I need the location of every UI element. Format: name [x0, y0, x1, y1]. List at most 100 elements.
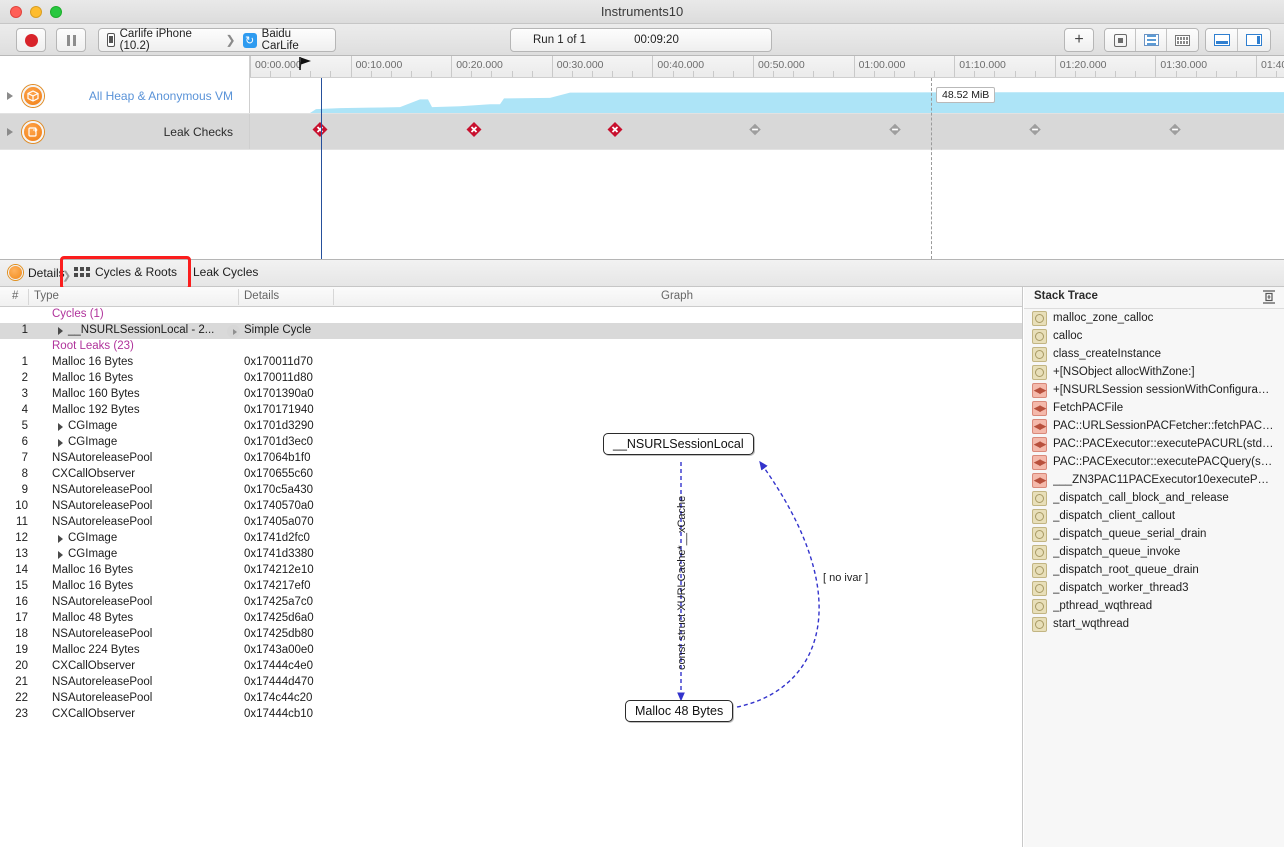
ruler-minor-tick: [1075, 71, 1076, 77]
column-header-type[interactable]: Type: [34, 290, 59, 302]
track-row-leak-checks[interactable]: Leak Checks: [0, 114, 1284, 150]
table-row[interactable]: 1__NSURLSessionLocal - 2...Simple Cycle: [0, 323, 1022, 339]
ruler-minor-tick: [773, 71, 774, 77]
grid-view-button[interactable]: [1167, 29, 1198, 51]
add-instrument-button[interactable]: +: [1064, 28, 1094, 52]
ruler-tick-label: 00:40.000: [657, 59, 704, 71]
timeline-ruler[interactable]: 00:00.00000:10.00000:20.00000:30.00000:4…: [250, 56, 1284, 78]
track-label-leak-checks: Leak Checks: [44, 125, 249, 139]
track-header-heap[interactable]: All Heap & Anonymous VM: [0, 78, 250, 113]
jumpbar-leak-cycles[interactable]: Leak Cycles: [193, 265, 258, 279]
toolbar: Carlife iPhone (10.2) ❯ ↻ Baidu CarLife …: [0, 24, 1284, 56]
ruler-major-tick: 01:40.000: [1256, 56, 1257, 78]
system-code-icon: [1032, 545, 1047, 560]
stack-frame-row[interactable]: malloc_zone_calloc: [1024, 309, 1284, 327]
stack-frame-row[interactable]: class_createInstance: [1024, 345, 1284, 363]
stack-frame-row[interactable]: _pthread_wqthread: [1024, 597, 1284, 615]
ruler-major-tick: 01:00.000: [854, 56, 855, 78]
stack-trace-options-icon[interactable]: [1262, 290, 1276, 304]
stack-frame-row[interactable]: _dispatch_worker_thread3: [1024, 579, 1284, 597]
leak-check-marker-leak[interactable]: [608, 122, 623, 142]
disclosure-triangle-icon[interactable]: [7, 128, 13, 136]
track-graph-heap[interactable]: [250, 78, 1284, 113]
stack-frame-row[interactable]: ◀▶PAC::PACExecutor::executePACURL(std…: [1024, 435, 1284, 453]
table-group-title: Root Leaks (23): [52, 340, 134, 352]
track-header-leak-checks[interactable]: Leak Checks: [0, 114, 250, 149]
timeline-tracks: All Heap & Anonymous VM Leak Checks: [0, 78, 1284, 259]
chip-icon: [1114, 34, 1127, 47]
user-code-icon: ◀▶: [1032, 455, 1047, 470]
ruler-minor-tick: [1115, 71, 1116, 77]
leak-check-marker-leak[interactable]: [313, 122, 328, 142]
table-row[interactable]: 1Malloc 16 Bytes0x170011d70: [0, 355, 1022, 371]
leak-check-marker-clean[interactable]: [748, 122, 763, 142]
target-selector[interactable]: Carlife iPhone (10.2) ❯ ↻ Baidu CarLife: [98, 28, 336, 52]
leak-check-marker-clean[interactable]: [1168, 122, 1183, 142]
pause-button[interactable]: [56, 28, 86, 52]
stack-frame-label: PAC::PACExecutor::executePACURL(std…: [1053, 438, 1274, 450]
ruler-minor-tick: [632, 71, 633, 77]
row-details: 0x170011d80: [244, 372, 313, 384]
ruler-minor-tick: [1135, 71, 1136, 77]
record-button[interactable]: [16, 28, 46, 52]
stack-frame-row[interactable]: ◀▶PAC::URLSessionPACFetcher::fetchPAC…: [1024, 417, 1284, 435]
system-code-icon: [1032, 527, 1047, 542]
grid-view-icon: [1175, 35, 1190, 46]
ruler-minor-tick: [874, 71, 875, 77]
toggle-bottom-panel-button[interactable]: [1206, 29, 1238, 51]
stack-frame-row[interactable]: _dispatch_client_callout: [1024, 507, 1284, 525]
disclosure-triangle-icon[interactable]: [7, 92, 13, 100]
ruler-minor-tick: [330, 71, 331, 77]
system-code-icon: [1032, 347, 1047, 362]
graph-node-top[interactable]: __NSURLSessionLocal: [603, 433, 754, 455]
stack-frame-row[interactable]: +[NSObject allocWithZone:]: [1024, 363, 1284, 381]
stack-frame-row[interactable]: calloc: [1024, 327, 1284, 345]
heap-area-chart: [250, 78, 1284, 113]
cycle-graph-canvas[interactable]: __NSURLSessionLocal Malloc 48 Bytes cons…: [0, 400, 1023, 760]
stack-frame-row[interactable]: _dispatch_queue_invoke: [1024, 543, 1284, 561]
stack-frame-row[interactable]: ◀▶FetchPACFile: [1024, 399, 1284, 417]
row-disclosure-triangle-icon[interactable]: [58, 327, 63, 335]
ruler-minor-tick: [1236, 71, 1237, 77]
ruler-minor-tick: [411, 71, 412, 77]
ruler-minor-tick: [713, 71, 714, 77]
toggle-right-panel-button[interactable]: [1238, 29, 1270, 51]
stack-frame-label: _dispatch_worker_thread3: [1053, 582, 1189, 594]
stack-frame-row[interactable]: _dispatch_call_block_and_release: [1024, 489, 1284, 507]
leak-check-marker-leak[interactable]: [467, 122, 482, 142]
run-status-display[interactable]: Run 1 of 1 00:09:20: [510, 28, 772, 52]
ruler-minor-tick: [833, 71, 834, 77]
column-header-details[interactable]: Details: [244, 290, 279, 302]
stack-frame-row[interactable]: start_wqthread: [1024, 615, 1284, 633]
stack-frame-row[interactable]: ◀▶+[NSURLSession sessionWithConfigura…: [1024, 381, 1284, 399]
jumpbar-details[interactable]: Details: [8, 265, 65, 280]
list-view-button[interactable]: [1136, 29, 1167, 51]
right-panel-icon: [1246, 34, 1262, 46]
instruments-library-button[interactable]: [1105, 29, 1136, 51]
row-details: 0x1701390a0: [244, 388, 314, 400]
track-row-heap[interactable]: All Heap & Anonymous VM: [0, 78, 1284, 114]
stack-trace-list[interactable]: malloc_zone_calloccallocclass_createInst…: [1024, 309, 1284, 633]
leak-check-marker-clean[interactable]: [1028, 122, 1043, 142]
stack-frame-row[interactable]: ◀▶PAC::PACExecutor::executePACQuery(s…: [1024, 453, 1284, 471]
ruler-minor-tick: [994, 71, 995, 77]
detail-jump-bar: Details ❯ Cycles & Roots Leak Cycles Ins…: [0, 259, 1284, 287]
playhead-flag-icon[interactable]: [299, 57, 313, 70]
column-header-graph[interactable]: Graph: [661, 290, 693, 302]
ruler-tick-label: 00:00.000: [255, 59, 302, 71]
jumpbar-cycles-roots[interactable]: Cycles & Roots: [74, 265, 177, 279]
stack-frame-label: start_wqthread: [1053, 618, 1129, 630]
ruler-minor-tick: [1095, 71, 1096, 77]
leak-check-marker-clean[interactable]: [888, 122, 903, 142]
stack-frame-row[interactable]: ◀▶___ZN3PAC11PACExecutor10executeP…: [1024, 471, 1284, 489]
table-group-header: Cycles (1): [0, 307, 1022, 323]
column-header-num[interactable]: #: [12, 290, 18, 302]
table-row[interactable]: 2Malloc 16 Bytes0x170011d80: [0, 371, 1022, 387]
row-index: 1: [0, 356, 28, 368]
cycle-expand-icon[interactable]: [227, 325, 240, 338]
stack-trace-pane: Stack Trace malloc_zone_calloccallocclas…: [1024, 287, 1284, 847]
graph-node-bottom[interactable]: Malloc 48 Bytes: [625, 700, 733, 722]
track-graph-leak-checks[interactable]: [250, 114, 1284, 149]
stack-frame-row[interactable]: _dispatch_root_queue_drain: [1024, 561, 1284, 579]
stack-frame-row[interactable]: _dispatch_queue_serial_drain: [1024, 525, 1284, 543]
